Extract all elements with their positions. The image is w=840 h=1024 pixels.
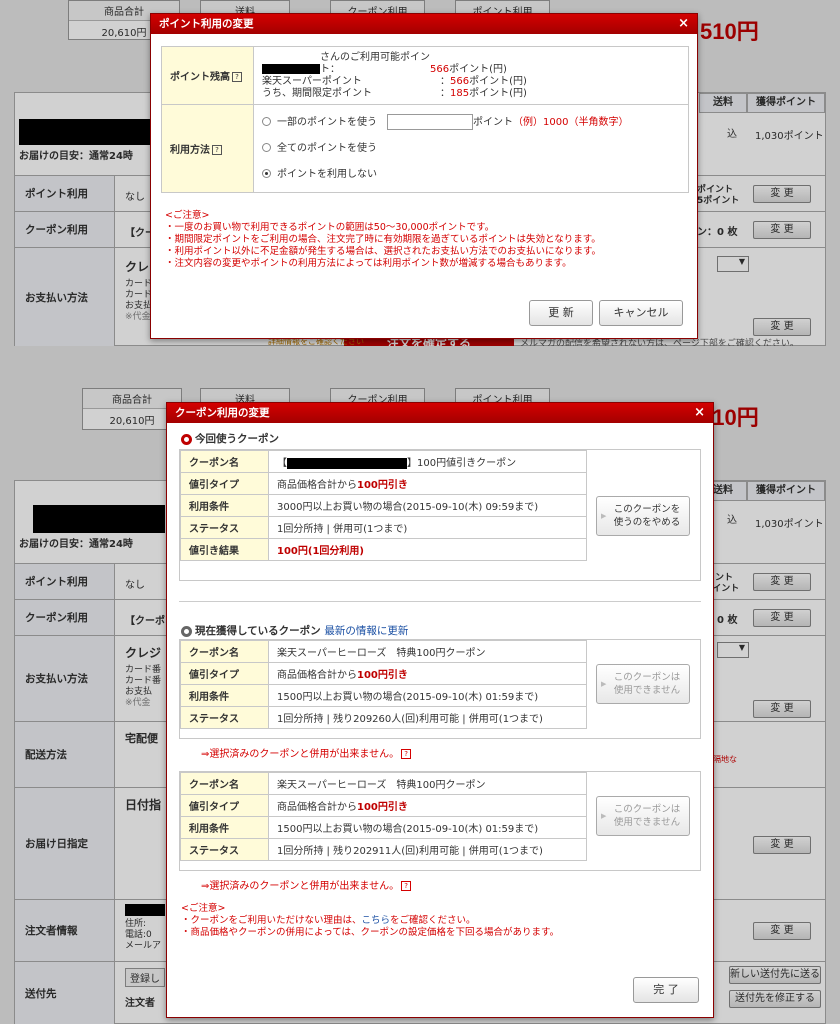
current-coupon: クーポン名 【】100円値引きクーポン 値引タイプ 商品価格合計から100円引き… <box>179 449 701 581</box>
stop-coupon-button[interactable]: このクーポンを 使うのをやめる <box>596 496 690 536</box>
radio-none[interactable] <box>262 169 271 178</box>
acquired-coupon-icon <box>181 625 192 637</box>
redacted-name <box>262 63 320 74</box>
bottom-panel: 商品合計 20,610円 送料 クーポン利用 ポイント利用 510円 送料 獲得… <box>0 346 840 1024</box>
cancel-button[interactable]: キャンセル <box>599 300 683 326</box>
option-all[interactable]: 全てのポイントを使う <box>262 136 680 162</box>
reason-link[interactable]: こちら <box>362 915 391 926</box>
current-coupon-icon <box>181 433 192 445</box>
method-label: 利用方法? <box>161 104 254 193</box>
coupon-notes: <ご注意> ・クーポンをご利用いただけない理由は、こちらをご確認ください。 ・商… <box>181 903 560 938</box>
point-modal-title: ポイント利用の変更 × <box>151 14 697 34</box>
coupon-modal: クーポン利用の変更 × 今回使うクーポン クーポン名 【】100円値引きクーポン… <box>166 402 714 1018</box>
radio-all[interactable] <box>262 143 271 152</box>
acquired-coupon-heading: 現在獲得しているクーポン 最新の情報に更新 <box>181 623 408 638</box>
top-panel: 商品合計 20,610円 送料 クーポン利用 ポイント利用 510円 送料 獲得… <box>0 0 840 346</box>
balance-label: ポイント残高? <box>161 46 254 105</box>
done-button[interactable]: 完 了 <box>633 977 699 1003</box>
help-icon[interactable]: ? <box>212 145 222 155</box>
help-icon[interactable]: ? <box>401 749 412 759</box>
coupon-unavailable-button[interactable]: このクーポンは 使用できません <box>596 796 690 836</box>
acquired-coupon-2: クーポン名 楽天スーパーヒーローズ 特典100円クーポン 値引タイプ 商品価格合計か… <box>179 771 701 871</box>
point-table: ポイント残高? さんのご利用可能ポイント： 566ポイント(円) 楽天スーパーポイ… <box>161 46 689 193</box>
divider <box>179 601 701 602</box>
point-modal: ポイント利用の変更 × ポイント残高? さんのご利用可能ポイント： 566ポイント… <box>150 13 698 339</box>
point-amount-input[interactable] <box>387 113 473 130</box>
current-coupon-heading: 今回使うクーポン <box>181 431 279 446</box>
coupon-warning: ⇒選択済みのクーポンと併用が出来ません。? <box>201 877 412 892</box>
help-icon[interactable]: ? <box>401 881 412 891</box>
radio-partial[interactable] <box>262 117 271 126</box>
point-notes: <ご注意> ・一度のお買い物で利用できるポイントの範囲は50～30,000ポイン… <box>165 210 602 269</box>
option-none[interactable]: ポイントを利用しない <box>262 162 680 188</box>
help-icon[interactable]: ? <box>232 72 242 82</box>
coupon-modal-title: クーポン利用の変更 × <box>167 403 713 423</box>
acquired-coupon-1: クーポン名 楽天スーパーヒーローズ 特典100円クーポン 値引タイプ 商品価格合計か… <box>179 639 701 739</box>
coupon-unavailable-button[interactable]: このクーポンは 使用できません <box>596 664 690 704</box>
close-icon[interactable]: × <box>694 403 705 423</box>
update-button[interactable]: 更 新 <box>529 300 593 326</box>
option-partial[interactable]: 一部のポイントを使う ポイント（例）1000（半角数字） <box>262 110 680 136</box>
redacted-shop <box>287 457 407 469</box>
close-icon[interactable]: × <box>678 14 689 34</box>
refresh-link[interactable]: 最新の情報に更新 <box>324 625 408 637</box>
coupon-warning: ⇒選択済みのクーポンと併用が出来ません。? <box>201 745 412 760</box>
